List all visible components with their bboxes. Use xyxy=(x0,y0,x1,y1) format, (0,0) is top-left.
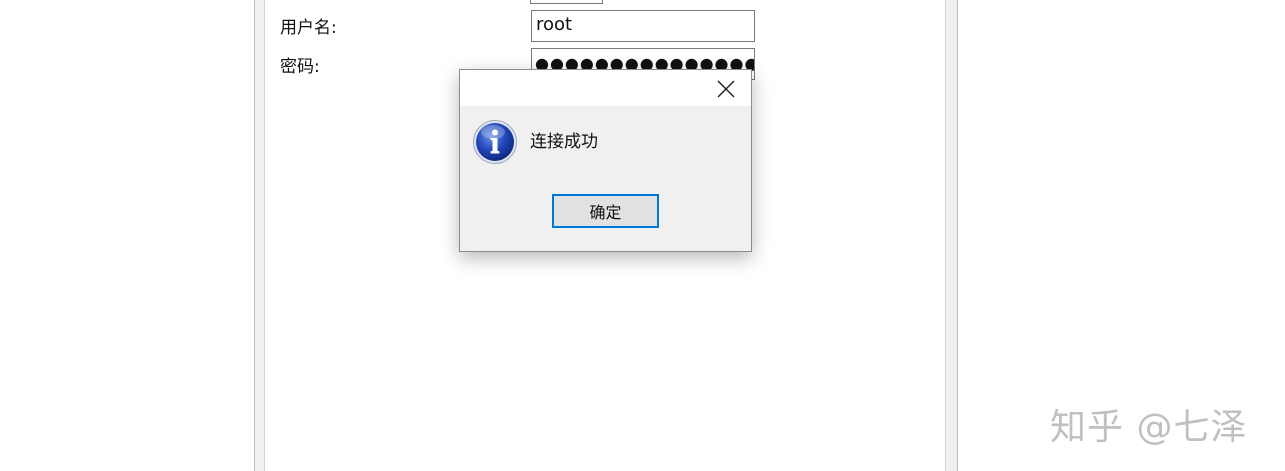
ok-button-label: 确定 xyxy=(589,203,622,222)
info-icon xyxy=(472,119,518,165)
close-icon[interactable] xyxy=(715,79,737,99)
message-dialog: 连接成功 确定 xyxy=(459,69,752,252)
partial-input-field[interactable] xyxy=(530,0,603,4)
watermark: 知乎 @七泽 xyxy=(1050,407,1248,448)
dialog-titlebar xyxy=(460,70,751,106)
username-input[interactable]: root xyxy=(531,10,755,42)
password-label: 密码: xyxy=(280,57,320,77)
screen: 用户名: root 密码: ●●●●●●●●●●●●●●●●●● xyxy=(0,0,1285,471)
ok-button[interactable]: 确定 xyxy=(552,194,659,228)
dialog-message: 连接成功 xyxy=(530,132,598,152)
username-label: 用户名: xyxy=(280,18,337,38)
